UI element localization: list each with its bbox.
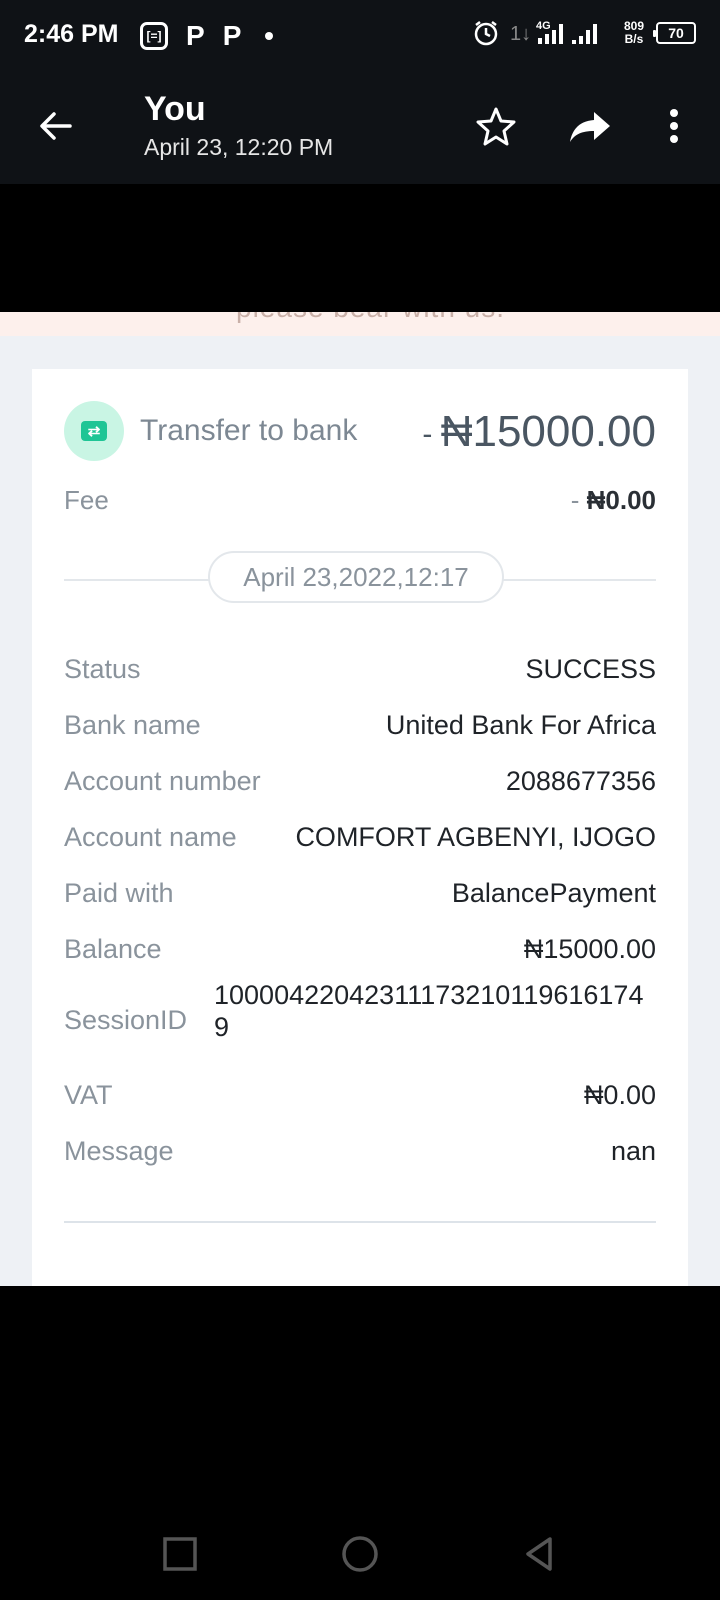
- transfer-icon: ⇄: [64, 401, 124, 461]
- signal-icon: 1↓ 4G: [508, 18, 612, 48]
- star-icon: [476, 107, 516, 146]
- home-button[interactable]: [340, 1534, 380, 1574]
- notice-banner: please bear with us.: [0, 312, 720, 336]
- detail-row-paid-with: Paid with BalancePayment: [64, 878, 656, 918]
- back-button[interactable]: [34, 104, 78, 148]
- recents-button[interactable]: [160, 1534, 200, 1574]
- image-top-padding: [0, 184, 720, 312]
- share-button[interactable]: [566, 104, 616, 148]
- detail-label: Account number: [64, 766, 261, 796]
- nav-circle-icon: [342, 1536, 378, 1572]
- account-name-value: COMFORT AGBENYI, IJOGO: [295, 822, 656, 852]
- detail-row-status: Status SUCCESS: [64, 654, 656, 694]
- detail-row-account-name: Account name COMFORT AGBENYI, IJOGO: [64, 822, 656, 862]
- detail-row-vat: VAT ₦0.00: [64, 1080, 656, 1120]
- status-value: SUCCESS: [525, 654, 656, 684]
- message-value: nan: [610, 1136, 656, 1166]
- page-title: You: [144, 90, 206, 128]
- detail-row-balance: Balance ₦15000.00: [64, 934, 656, 974]
- fee-value: - ₦0.00: [570, 485, 656, 515]
- bank-name-value: United Bank For Africa: [385, 710, 656, 740]
- receipt-image[interactable]: please bear with us. ⇄ Transfer to bank …: [0, 312, 720, 1286]
- detail-row-bank-name: Bank name United Bank For Africa: [64, 710, 656, 750]
- notification-p-icon: P: [222, 20, 242, 51]
- receipt-card: ⇄ Transfer to bank - ₦15000.00 Fee - ₦0.…: [32, 369, 688, 1286]
- share-icon: [570, 112, 610, 142]
- transaction-date: April 23,2022,12:17: [208, 551, 504, 603]
- detail-row-message: Message nan: [64, 1136, 656, 1176]
- nav-triangle-icon: [526, 1537, 552, 1571]
- network-speed: 809 B/s: [624, 20, 644, 46]
- notification-icons: [=] P P: [140, 20, 274, 52]
- nav-square-icon: [163, 1537, 197, 1571]
- page-subtitle: April 23, 12:20 PM: [144, 134, 334, 160]
- status-bar: 2:46 PM [=] P P 1↓ 4G 809 B/s 70: [0, 0, 720, 74]
- fee-label: Fee: [64, 485, 109, 515]
- detail-label: VAT: [64, 1080, 113, 1110]
- app-header: You April 23, 12:20 PM: [0, 74, 720, 184]
- session-id-value: 100004220423111732101196161749: [214, 980, 644, 1042]
- detail-label: Balance: [64, 934, 162, 964]
- detail-row-session-id: SessionID 100004220423111732101196161749: [64, 979, 656, 1051]
- more-vert-icon: [670, 109, 678, 143]
- battery-icon: 70: [653, 22, 696, 44]
- detail-label: Paid with: [64, 878, 174, 908]
- transaction-type: Transfer to bank: [140, 414, 358, 447]
- star-button[interactable]: [474, 104, 518, 148]
- notification-p-icon: P: [186, 20, 205, 51]
- banner-text: please bear with us.: [236, 312, 505, 324]
- transaction-amount: - ₦15000.00: [422, 407, 656, 456]
- detail-label: Bank name: [64, 710, 201, 740]
- svg-text:1↓: 1↓: [510, 23, 531, 45]
- vat-value: ₦0.00: [583, 1080, 656, 1110]
- alarm-icon: [472, 19, 500, 47]
- svg-text:4G: 4G: [536, 20, 551, 32]
- back-arrow-icon: [40, 112, 72, 140]
- bottom-divider: [64, 1221, 656, 1223]
- balance-value: ₦15000.00: [523, 934, 656, 964]
- status-indicators: 1↓ 4G 809 B/s 70: [472, 18, 696, 48]
- status-time: 2:46 PM: [24, 20, 119, 48]
- more-options-button[interactable]: [660, 104, 688, 148]
- notification-dot-icon: [265, 32, 274, 40]
- detail-label: Account name: [64, 822, 237, 852]
- detail-label: Status: [64, 654, 141, 684]
- paid-with-value: BalancePayment: [451, 878, 656, 908]
- system-nav-bar: [0, 1286, 720, 1600]
- back-nav-button[interactable]: [520, 1534, 560, 1574]
- detail-row-account-number: Account number 2088677356: [64, 766, 656, 806]
- account-number-value: 2088677356: [505, 766, 656, 796]
- detail-label: SessionID: [64, 1005, 188, 1035]
- detail-label: Message: [64, 1136, 174, 1166]
- notification-app-icon: [=]: [140, 22, 168, 50]
- speed-unit: B/s: [624, 32, 644, 46]
